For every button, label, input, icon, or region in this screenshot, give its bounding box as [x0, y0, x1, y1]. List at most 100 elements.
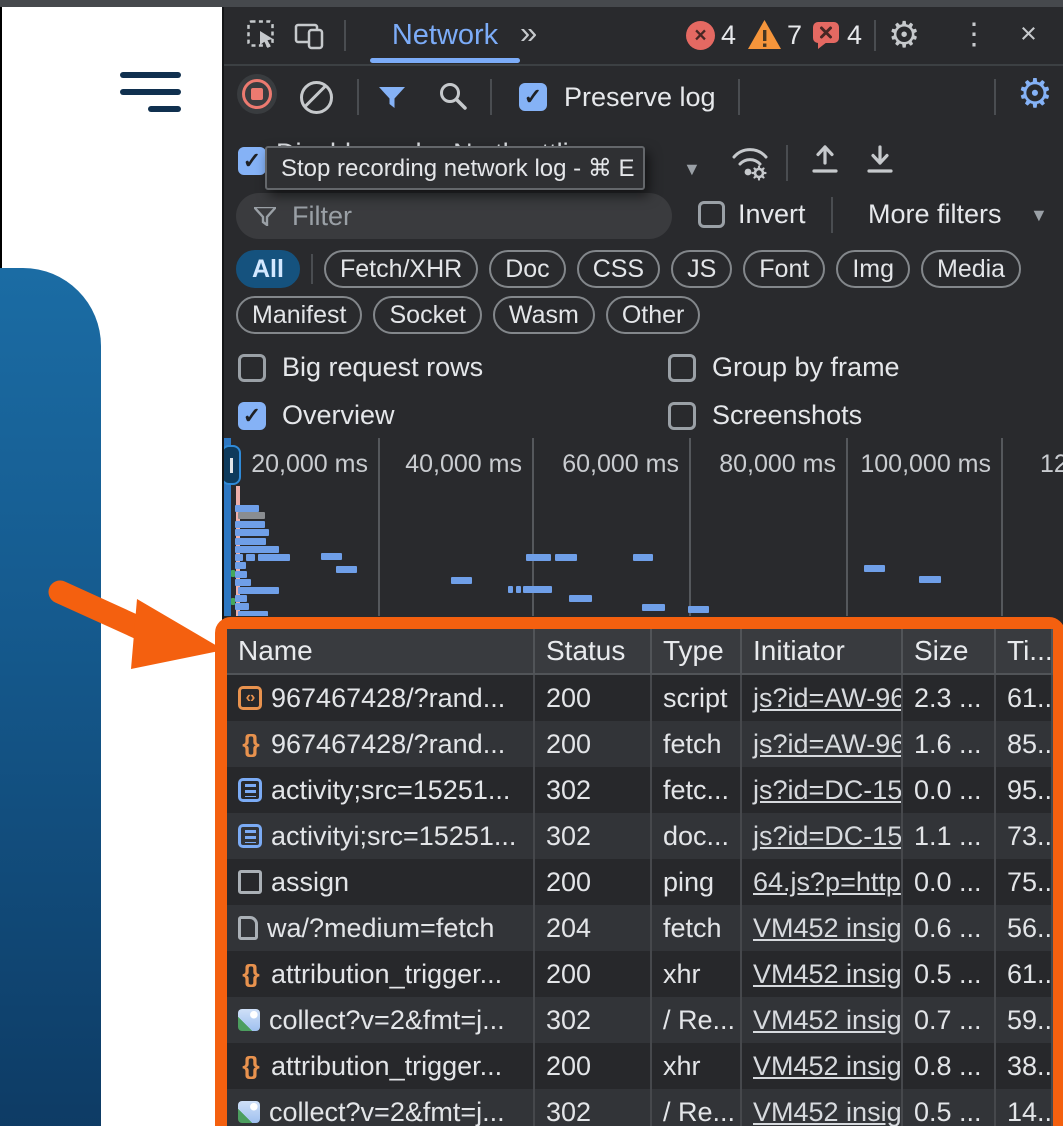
column-header-status[interactable]: Status	[535, 629, 652, 675]
filter-chip-doc[interactable]: Doc	[489, 250, 565, 288]
table-row[interactable]: {}attribution_trigger...200xhrVM452 insi…	[227, 1043, 1053, 1089]
filter-toggle-icon[interactable]	[379, 87, 405, 114]
close-devtools-icon[interactable]: ×	[1020, 18, 1037, 51]
table-header-row: NameStatusTypeInitiatorSizeTi...	[227, 629, 1053, 675]
option-overview[interactable]: Overview	[238, 400, 395, 431]
kebab-menu-icon[interactable]: ⋮	[959, 17, 989, 52]
cell-status-value: 200	[546, 959, 591, 990]
initiator-link[interactable]: js?id=AW-96	[753, 729, 903, 760]
inspect-element-icon[interactable]	[246, 19, 278, 56]
filter-chip-img[interactable]: Img	[836, 250, 910, 288]
cell-time-value: 73..	[1007, 821, 1052, 852]
filter-chip-media[interactable]: Media	[921, 250, 1021, 288]
error-count[interactable]: 4	[721, 20, 736, 51]
option-group-by-frame[interactable]: Group by frame	[668, 352, 900, 383]
table-row[interactable]: wa/?medium=fetch204fetchVM452 insig0.6 .…	[227, 905, 1053, 951]
more-filters-caret-icon[interactable]: ▼	[1030, 205, 1048, 226]
table-row[interactable]: {}attribution_trigger...200xhrVM452 insi…	[227, 951, 1053, 997]
filterbar-divider	[831, 197, 833, 233]
filter-chip-js[interactable]: JS	[671, 250, 732, 288]
search-icon[interactable]	[437, 80, 469, 117]
option-checkbox[interactable]	[238, 402, 266, 430]
filter-input[interactable]	[290, 200, 624, 233]
filter-chip-font[interactable]: Font	[743, 250, 825, 288]
initiator-link[interactable]: js?id=DC-15	[753, 775, 902, 806]
column-header-type[interactable]: Type	[652, 629, 742, 675]
disable-cache-checkbox[interactable]	[238, 147, 266, 175]
preserve-log-label[interactable]: Preserve log	[564, 82, 716, 113]
settings-gear-icon[interactable]: ⚙	[888, 14, 920, 56]
table-row[interactable]: collect?v=2&fmt=j...302/ Re...VM452 insi…	[227, 997, 1053, 1043]
network-overview-timeline[interactable]: 20,000 ms40,000 ms60,000 ms80,000 ms100,…	[224, 438, 1063, 616]
request-name[interactable]: activityi;src=15251...	[271, 821, 516, 852]
request-name[interactable]: assign	[271, 867, 349, 898]
option-label[interactable]: Group by frame	[712, 352, 900, 383]
column-header-initiator[interactable]: Initiator	[742, 629, 903, 675]
column-header-name[interactable]: Name	[227, 629, 535, 675]
initiator-link[interactable]: VM452 insig	[753, 959, 902, 990]
table-row[interactable]: ‹›967467428/?rand...200scriptjs?id=AW-96…	[227, 675, 1053, 721]
issue-count[interactable]: 4	[847, 20, 862, 51]
import-har-icon[interactable]	[809, 143, 841, 184]
timeline-gridline	[689, 438, 691, 616]
option-big-request-rows[interactable]: Big request rows	[238, 352, 483, 383]
option-label[interactable]: Big request rows	[282, 352, 483, 383]
option-label[interactable]: Screenshots	[712, 400, 862, 431]
export-har-icon[interactable]	[864, 143, 896, 184]
device-toolbar-icon[interactable]	[294, 20, 326, 57]
column-header-ti[interactable]: Ti...	[996, 629, 1053, 675]
request-name[interactable]: collect?v=2&fmt=j...	[269, 1005, 505, 1036]
invert-label[interactable]: Invert	[738, 199, 806, 230]
preserve-log-checkbox[interactable]	[519, 83, 547, 111]
issues-badge-icon[interactable]	[812, 21, 840, 55]
request-name[interactable]: attribution_trigger...	[271, 959, 502, 990]
initiator-link[interactable]: VM452 insig	[753, 1005, 902, 1036]
cell-status: 204	[535, 905, 652, 951]
filter-chip-manifest[interactable]: Manifest	[236, 296, 362, 334]
more-tabs-icon[interactable]: »	[520, 15, 537, 51]
more-filters-label[interactable]: More filters	[868, 199, 1002, 230]
filter-chip-css[interactable]: CSS	[577, 250, 660, 288]
filter-field[interactable]	[236, 193, 672, 239]
table-row[interactable]: collect?v=2&fmt=j...302/ Re...VM452 insi…	[227, 1089, 1053, 1126]
initiator-link[interactable]: js?id=AW-96	[753, 683, 903, 714]
option-screenshots[interactable]: Screenshots	[668, 400, 862, 431]
table-row[interactable]: activityi;src=15251...302doc...js?id=DC-…	[227, 813, 1053, 859]
filter-chip-fetchxhr[interactable]: Fetch/XHR	[324, 250, 478, 288]
request-name[interactable]: 967467428/?rand...	[271, 683, 505, 714]
filter-chip-other[interactable]: Other	[606, 296, 701, 334]
request-name[interactable]: activity;src=15251...	[271, 775, 510, 806]
initiator-link[interactable]: 64.js?p=http	[753, 867, 901, 898]
filter-chip-all[interactable]: All	[236, 250, 300, 288]
error-badge-icon[interactable]: ×	[686, 21, 715, 50]
table-row[interactable]: assign200ping64.js?p=http0.0 ...75..	[227, 859, 1053, 905]
network-settings-gear-icon[interactable]: ⚙	[1017, 71, 1053, 117]
tab-network[interactable]: Network	[370, 7, 520, 63]
request-name[interactable]: wa/?medium=fetch	[267, 913, 494, 944]
column-header-size[interactable]: Size	[903, 629, 996, 675]
clear-network-log-button[interactable]	[300, 81, 333, 114]
initiator-link[interactable]: VM452 insig	[753, 913, 902, 944]
request-name[interactable]: attribution_trigger...	[271, 1051, 502, 1082]
network-conditions-icon[interactable]	[729, 142, 771, 187]
filter-chip-wasm[interactable]: Wasm	[493, 296, 595, 334]
cell-initiator: 64.js?p=http	[742, 859, 903, 905]
option-checkbox[interactable]	[668, 354, 696, 382]
initiator-link[interactable]: js?id=DC-15	[753, 821, 902, 852]
initiator-link[interactable]: VM452 insig	[753, 1051, 902, 1082]
option-label[interactable]: Overview	[282, 400, 395, 431]
filter-chip-socket[interactable]: Socket	[373, 296, 481, 334]
warning-badge-icon[interactable]	[746, 18, 783, 56]
table-row[interactable]: {}967467428/?rand...200fetchjs?id=AW-961…	[227, 721, 1053, 767]
warning-count[interactable]: 7	[787, 20, 802, 51]
table-row[interactable]: activity;src=15251...302fetc...js?id=DC-…	[227, 767, 1053, 813]
throttling-dropdown-caret-icon[interactable]: ▼	[683, 159, 701, 180]
request-name[interactable]: 967467428/?rand...	[271, 729, 505, 760]
request-name[interactable]: collect?v=2&fmt=j...	[269, 1097, 505, 1126]
invert-checkbox[interactable]	[698, 201, 725, 228]
option-checkbox[interactable]	[238, 354, 266, 382]
initiator-link[interactable]: VM452 insig	[753, 1097, 902, 1126]
timeline-resize-handle[interactable]	[224, 445, 241, 485]
option-checkbox[interactable]	[668, 402, 696, 430]
stop-recording-button[interactable]	[237, 74, 277, 114]
